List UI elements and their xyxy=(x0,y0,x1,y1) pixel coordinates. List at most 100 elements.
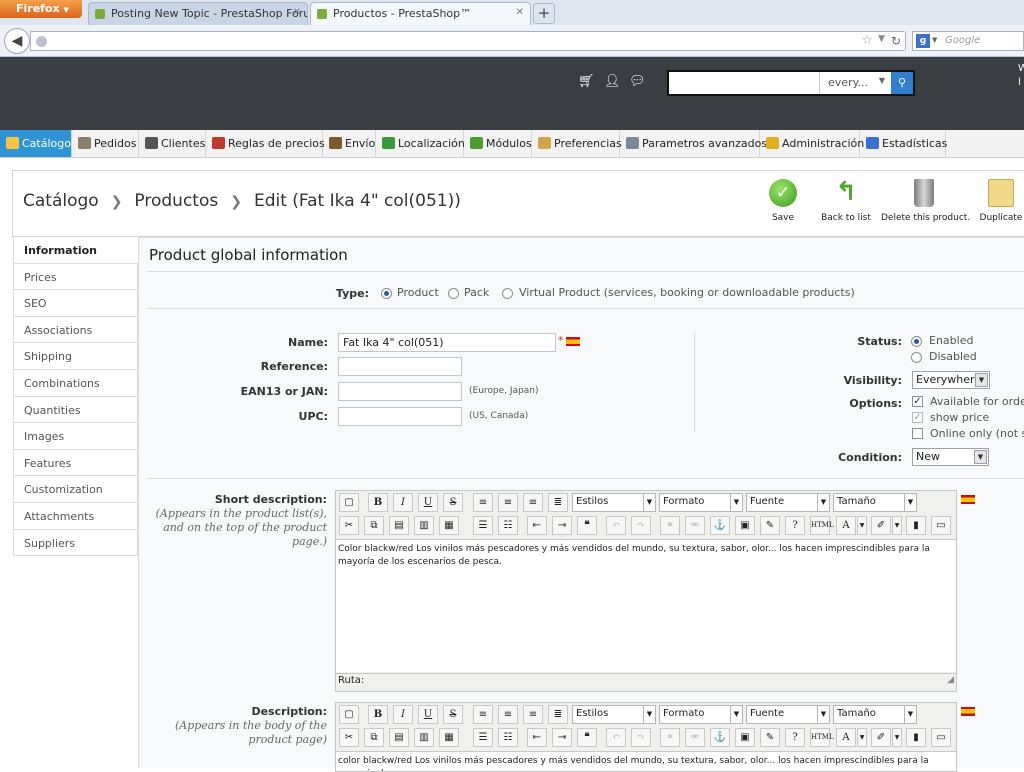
cleanup-icon[interactable]: ✎ xyxy=(760,728,780,747)
undo-icon[interactable]: ↶ xyxy=(606,516,626,535)
strikethrough-icon[interactable]: S xyxy=(443,493,463,512)
name-input[interactable]: Fat Ika 4" col(051) xyxy=(338,333,556,352)
menu-item-modulos[interactable]: Módulos xyxy=(464,130,532,157)
chevron-down-icon[interactable]: ▼ xyxy=(857,516,867,535)
menu-item-preferencias[interactable]: Preferencias xyxy=(532,130,622,157)
blockquote-icon[interactable]: ❝ xyxy=(577,516,597,535)
outdent-icon[interactable]: ⇤ xyxy=(527,516,547,535)
paste-icon[interactable]: ▤ xyxy=(389,516,409,535)
available-for-order-checkbox[interactable]: ✓ xyxy=(912,396,923,407)
browser-tab-productos[interactable]: Productos - PrestaShop™ ✕ xyxy=(310,2,531,25)
editor-styles-select[interactable]: Estilos ▼ xyxy=(572,493,656,512)
unlink-icon[interactable]: ⚮ xyxy=(685,516,705,535)
admin-search[interactable]: every... ▼ ⚲ xyxy=(667,70,915,96)
visibility-select[interactable]: Everywhere ▼ xyxy=(912,371,990,389)
sidebar-item-attachments[interactable]: Attachments xyxy=(13,502,138,530)
type-product-radio[interactable] xyxy=(381,288,392,299)
editor-format-select[interactable]: Formato ▼ xyxy=(659,705,743,724)
indent-icon[interactable]: ⇥ xyxy=(552,516,572,535)
type-pack-radio[interactable] xyxy=(448,288,459,299)
menu-item-localizacion[interactable]: Localización xyxy=(376,130,465,157)
link-icon[interactable]: ⚭ xyxy=(660,728,680,747)
resize-handle-icon[interactable]: ◢ xyxy=(947,675,954,685)
show-price-checkbox[interactable]: ✓ xyxy=(912,412,923,423)
html-icon[interactable]: HTML xyxy=(810,728,834,747)
upc-input[interactable] xyxy=(338,407,462,426)
align-right-icon[interactable]: ≡ xyxy=(523,705,543,724)
sidebar-item-features[interactable]: Features xyxy=(13,449,138,477)
paste-text-icon[interactable]: ▥ xyxy=(414,728,434,747)
cart-icon[interactable]: 🛒︎ xyxy=(578,74,595,89)
menu-item-catalogo[interactable]: Catálogo xyxy=(0,130,72,157)
reload-icon[interactable]: ↻ xyxy=(891,34,901,48)
paste-icon[interactable]: ▤ xyxy=(389,728,409,747)
editor-styles-select[interactable]: Estilos ▼ xyxy=(572,705,656,724)
menu-item-parametros[interactable]: Parametros avanzados xyxy=(620,130,767,157)
reference-input[interactable] xyxy=(338,357,462,376)
new-tab-button[interactable]: + xyxy=(533,3,555,24)
editor-size-select[interactable]: Tamaño ▼ xyxy=(833,493,917,512)
numbered-list-icon[interactable]: ☷ xyxy=(498,728,518,747)
save-button[interactable]: ✓ Save xyxy=(765,179,801,223)
italic-icon[interactable]: I xyxy=(393,705,413,724)
sidebar-item-images[interactable]: Images xyxy=(13,423,138,450)
align-left-icon[interactable]: ≡ xyxy=(473,705,493,724)
text-color-icon[interactable]: A xyxy=(836,728,856,747)
media-icon[interactable]: ▮ xyxy=(906,728,926,747)
align-center-icon[interactable]: ≡ xyxy=(498,705,518,724)
anchor-icon[interactable]: ⚓ xyxy=(710,728,730,747)
search-button[interactable]: ⚲ xyxy=(891,72,913,94)
align-left-icon[interactable]: ≡ xyxy=(473,493,493,512)
spain-flag-icon[interactable] xyxy=(961,495,975,504)
sidebar-item-quantities[interactable]: Quantities xyxy=(13,396,138,424)
breadcrumb-productos[interactable]: Productos xyxy=(134,191,218,211)
browser-search-box[interactable]: g ▼ Google xyxy=(912,31,1024,51)
status-enabled-radio[interactable] xyxy=(911,336,922,347)
editor-font-select[interactable]: Fuente ▼ xyxy=(746,493,830,512)
text-color-icon[interactable]: A xyxy=(836,516,856,535)
align-right-icon[interactable]: ≡ xyxy=(523,493,543,512)
sidebar-item-prices[interactable]: Prices xyxy=(13,263,138,291)
type-virtual-radio[interactable] xyxy=(502,288,513,299)
ean13-input[interactable] xyxy=(338,382,462,401)
highlight-icon[interactable]: ✐ xyxy=(871,516,891,535)
cleanup-icon[interactable]: ✎ xyxy=(760,516,780,535)
highlight-icon[interactable]: ✐ xyxy=(871,728,891,747)
menu-item-administracion[interactable]: Administración xyxy=(760,130,864,157)
new-document-icon[interactable]: ▢ xyxy=(339,493,359,512)
breadcrumb-catalogo[interactable]: Catálogo xyxy=(23,191,99,211)
paste-text-icon[interactable]: ▥ xyxy=(414,516,434,535)
underline-icon[interactable]: U xyxy=(418,705,438,724)
sidebar-item-seo[interactable]: SEO xyxy=(13,290,138,317)
menu-item-estadisticas[interactable]: Estadísticas xyxy=(860,130,947,157)
chevron-down-icon[interactable]: ▼ xyxy=(857,728,867,747)
cut-icon[interactable]: ✂ xyxy=(339,516,359,535)
bullet-list-icon[interactable]: ☰ xyxy=(473,728,493,747)
copy-icon[interactable]: ⧉ xyxy=(364,728,384,747)
html-icon[interactable]: HTML xyxy=(810,516,834,535)
paste-word-icon[interactable]: ▦ xyxy=(439,516,459,535)
close-icon[interactable]: ✕ xyxy=(516,7,524,18)
editor-size-select[interactable]: Tamaño ▼ xyxy=(833,705,917,724)
back-to-list-button[interactable]: ↰ Back to list xyxy=(818,179,874,223)
help-icon[interactable]: ? xyxy=(785,728,805,747)
strikethrough-icon[interactable]: S xyxy=(443,705,463,724)
status-disabled-radio[interactable] xyxy=(911,352,922,363)
sidebar-item-shipping[interactable]: Shipping xyxy=(13,343,138,370)
menu-item-envio[interactable]: Envío xyxy=(323,130,376,157)
user-icon[interactable]: 👤︎ xyxy=(604,74,621,89)
indent-icon[interactable]: ⇥ xyxy=(552,728,572,747)
editor-format-select[interactable]: Formato ▼ xyxy=(659,493,743,512)
image-icon[interactable]: ▣ xyxy=(735,728,755,747)
image-icon[interactable]: ▣ xyxy=(735,516,755,535)
bold-icon[interactable]: B xyxy=(368,493,388,512)
preview-icon[interactable]: ▭ xyxy=(931,728,951,747)
link-icon[interactable]: ⚭ xyxy=(660,516,680,535)
undo-icon[interactable]: ↶ xyxy=(606,728,626,747)
back-button[interactable]: ◀ xyxy=(4,28,30,54)
preview-icon[interactable]: ▭ xyxy=(931,516,951,535)
align-justify-icon[interactable]: ≣ xyxy=(548,493,568,512)
media-icon[interactable]: ▮ xyxy=(906,516,926,535)
chevron-down-icon[interactable]: ▼ xyxy=(892,728,902,747)
anchor-icon[interactable]: ⚓ xyxy=(710,516,730,535)
